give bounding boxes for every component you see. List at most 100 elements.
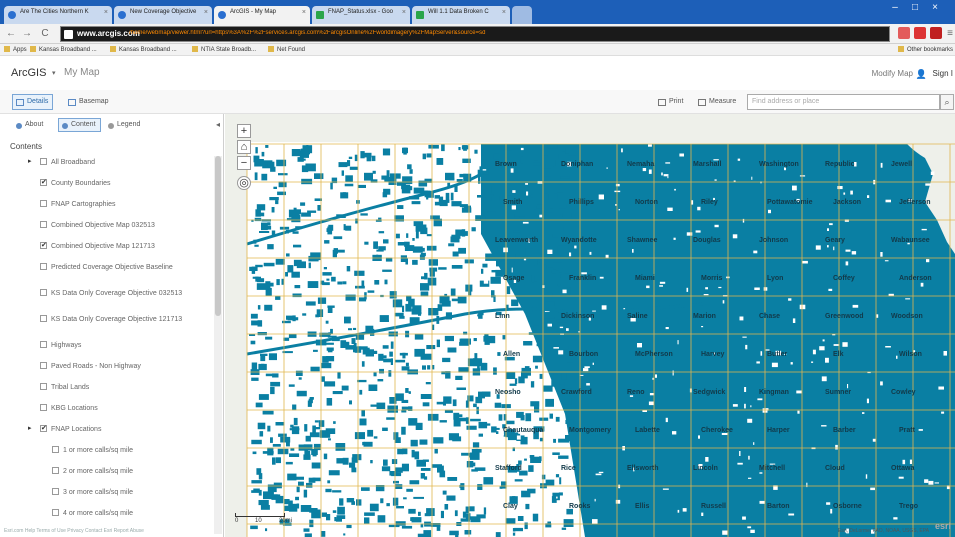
layer-checkbox[interactable] xyxy=(52,509,59,516)
close-icon[interactable]: × xyxy=(302,9,306,16)
layer-checkbox[interactable] xyxy=(40,404,47,411)
home-button[interactable]: ⌂ xyxy=(237,140,251,154)
county-label: Doniphan xyxy=(561,161,593,168)
close-icon[interactable]: × xyxy=(502,9,506,16)
layer-checkbox[interactable] xyxy=(40,263,47,270)
address-bar[interactable]: www.arcgis.com /home/webmap/viewer.html?… xyxy=(60,26,890,42)
tab-content[interactable]: Content xyxy=(58,118,101,132)
minimize-icon[interactable]: – xyxy=(885,0,905,16)
scrollbar-thumb[interactable] xyxy=(215,156,221,316)
coverage-gap xyxy=(802,260,808,264)
coverage-patch xyxy=(411,201,421,205)
bookmark-apps[interactable]: Apps xyxy=(4,46,27,53)
bookmark[interactable]: Kansas Broadband ... xyxy=(30,46,97,53)
maximize-icon[interactable]: □ xyxy=(905,0,925,16)
coverage-gap xyxy=(648,169,652,174)
sidebar-scrollbar[interactable] xyxy=(214,156,222,534)
coverage-gap xyxy=(756,361,760,364)
other-bookmarks[interactable]: Other bookmarks xyxy=(898,46,953,53)
layer-checkbox[interactable] xyxy=(52,488,59,495)
locate-icon[interactable]: ◎ xyxy=(237,176,251,190)
coverage-patch xyxy=(470,418,481,422)
layer-checkbox[interactable]: ✔ xyxy=(40,242,47,249)
bookmark[interactable]: Kansas Broadband ... xyxy=(110,46,177,53)
layer-checkbox[interactable]: ✔ xyxy=(40,179,47,186)
layer-checkbox[interactable] xyxy=(40,315,47,322)
coverage-gap xyxy=(920,282,924,287)
extension-icon[interactable] xyxy=(914,27,926,39)
coverage-patch xyxy=(306,482,313,488)
modify-map-link[interactable]: Modify Map xyxy=(872,69,913,78)
layer-checkbox[interactable] xyxy=(40,289,47,296)
measure-button[interactable]: Measure xyxy=(694,94,741,110)
layer-checkbox[interactable] xyxy=(40,383,47,390)
arcgis-brand[interactable]: ArcGIS xyxy=(11,67,46,79)
zoom-in-button[interactable]: + xyxy=(237,124,251,138)
details-button[interactable]: Details xyxy=(12,94,54,110)
layer-checkbox[interactable] xyxy=(40,341,47,348)
search-icon[interactable]: ⌕ xyxy=(940,94,954,110)
layer-checkbox[interactable] xyxy=(40,362,47,369)
collapse-sidebar-icon[interactable]: ◂ xyxy=(216,120,220,129)
new-tab-button[interactable] xyxy=(512,6,532,24)
coverage-patch xyxy=(296,486,300,493)
layer-checkbox[interactable]: ✔ xyxy=(40,425,47,432)
extension-icon[interactable] xyxy=(930,27,942,39)
bookmark[interactable]: Net Found xyxy=(268,46,305,53)
coverage-gap xyxy=(851,251,857,255)
sign-in-link[interactable]: Sign I xyxy=(933,69,953,78)
close-window-icon[interactable]: × xyxy=(925,0,945,16)
coverage-gap xyxy=(759,472,763,474)
coverage-patch xyxy=(267,447,274,456)
menu-icon[interactable]: ≡ xyxy=(943,27,955,41)
coverage-patch xyxy=(559,477,562,485)
layer-checkbox[interactable] xyxy=(40,200,47,207)
layer-checkbox[interactable] xyxy=(40,158,47,165)
footer-links[interactable]: Esri.com Help Terms of Use Privacy Conta… xyxy=(4,528,144,534)
layer-label: 1 or more calls/sq mile xyxy=(63,447,134,454)
coverage-gap xyxy=(763,287,768,291)
contents-title: Contents xyxy=(10,142,43,151)
forward-icon[interactable]: → xyxy=(20,27,34,41)
browser-tab[interactable]: Are The Cities Northern K × xyxy=(4,6,112,24)
coverage-patch xyxy=(497,352,501,356)
zoom-out-button[interactable]: − xyxy=(237,156,251,170)
print-button[interactable]: Print xyxy=(654,94,688,110)
chevron-down-icon[interactable]: ▾ xyxy=(52,69,56,77)
browser-tab[interactable]: New Coverage Objective × xyxy=(114,6,212,24)
reload-icon[interactable]: C xyxy=(38,27,52,41)
tab-legend[interactable]: Legend xyxy=(104,118,145,132)
search-input[interactable]: Find address or place xyxy=(747,94,940,110)
bookmark[interactable]: NTIA State Broadb... xyxy=(192,46,256,53)
coverage-patch xyxy=(491,426,497,433)
close-icon[interactable]: × xyxy=(204,9,208,16)
coverage-patch xyxy=(395,484,403,489)
coverage-patch xyxy=(434,448,438,454)
layer-checkbox[interactable] xyxy=(52,446,59,453)
coverage-patch xyxy=(288,384,295,387)
extension-icon[interactable] xyxy=(898,27,910,39)
layer-checkbox[interactable] xyxy=(52,467,59,474)
coverage-patch xyxy=(553,438,556,443)
coverage-patch xyxy=(545,316,555,319)
map-view[interactable]: Brown Doniphan Nemaha Marshall Washington Rep… xyxy=(225,114,955,537)
browser-tab[interactable]: FNAP_Status.xlsx - Goo × xyxy=(312,6,410,24)
close-icon[interactable]: × xyxy=(402,9,406,16)
map-canvas[interactable]: Brown Doniphan Nemaha Marshall Washington Rep… xyxy=(225,114,955,537)
coverage-patch xyxy=(324,381,336,387)
county-label: Cowley xyxy=(891,389,916,396)
county-label: Harper xyxy=(767,427,790,434)
back-icon[interactable]: ← xyxy=(4,27,18,41)
basemap-button[interactable]: Basemap xyxy=(64,94,114,110)
layer-checkbox[interactable] xyxy=(40,221,47,228)
close-icon[interactable]: × xyxy=(104,9,108,16)
coverage-patch xyxy=(258,500,269,506)
coverage-patch xyxy=(498,414,503,421)
coverage-patch xyxy=(424,513,431,517)
browser-tab-active[interactable]: ArcGIS - My Map × xyxy=(214,6,310,24)
expand-icon[interactable]: ▸ xyxy=(28,157,32,166)
tab-about[interactable]: About xyxy=(12,118,48,132)
expand-icon[interactable]: ▸ xyxy=(28,424,32,433)
coverage-patch xyxy=(349,400,352,405)
browser-tab[interactable]: Will 1.1 Data Broken C × xyxy=(412,6,510,24)
